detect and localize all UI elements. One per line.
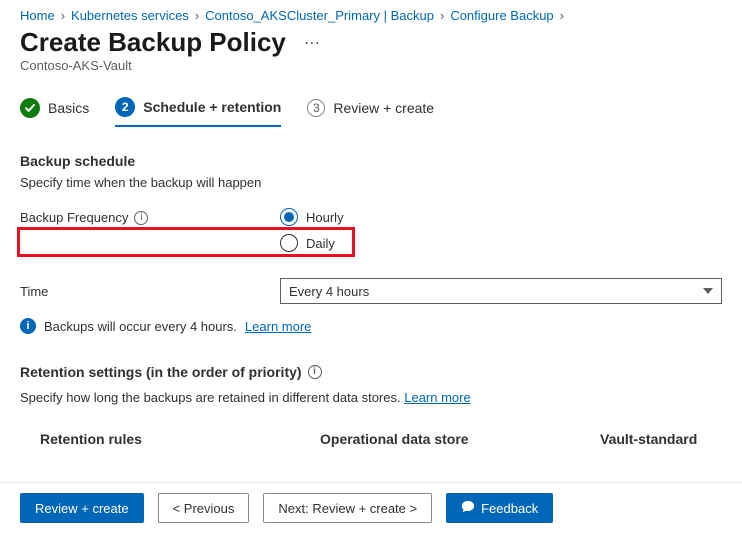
time-select-value: Every 4 hours [289, 284, 369, 299]
col-rules: Retention rules [40, 431, 320, 447]
schedule-subtext: Specify time when the backup will happen [20, 175, 722, 190]
retention-subtext: Specify how long the backups are retaine… [20, 390, 401, 405]
schedule-heading: Backup schedule [20, 153, 722, 169]
radio-label: Hourly [306, 210, 344, 225]
backup-frequency-label: Backup Frequency [20, 210, 128, 225]
chevron-right-icon: › [560, 8, 564, 23]
tab-label: Basics [48, 100, 89, 116]
feedback-button[interactable]: Feedback [446, 493, 553, 523]
breadcrumb-link[interactable]: Home [20, 8, 55, 23]
breadcrumb-link[interactable]: Kubernetes services [71, 8, 189, 23]
learn-more-link[interactable]: Learn more [245, 319, 311, 334]
button-label: < Previous [173, 501, 235, 516]
radio-icon [280, 234, 298, 252]
tab-label: Schedule + retention [143, 99, 281, 115]
breadcrumb: Home › Kubernetes services › Contoso_AKS… [0, 0, 742, 23]
tab-schedule-retention[interactable]: 2 Schedule + retention [115, 91, 281, 127]
chevron-down-icon [703, 288, 713, 294]
page-subtitle: Contoso-AKS-Vault [0, 58, 742, 91]
check-icon [20, 98, 40, 118]
wizard-footer: Review + create < Previous Next: Review … [0, 482, 742, 533]
page-title: Create Backup Policy [20, 27, 286, 58]
step-number-icon: 3 [307, 99, 325, 117]
radio-icon [280, 208, 298, 226]
info-message: Backups will occur every 4 hours. [44, 319, 237, 334]
review-create-button[interactable]: Review + create [20, 493, 144, 523]
previous-button[interactable]: < Previous [158, 493, 250, 523]
next-button[interactable]: Next: Review + create > [263, 493, 432, 523]
learn-more-link[interactable]: Learn more [404, 390, 470, 405]
info-icon[interactable]: i [134, 211, 148, 225]
backup-frequency-field: Backup Frequency i Hourly Daily [20, 208, 722, 252]
wizard-tabs: Basics 2 Schedule + retention 3 Review +… [0, 91, 742, 127]
col-vault: Vault-standard [600, 431, 722, 447]
frequency-option-daily[interactable]: Daily [280, 234, 344, 252]
breadcrumb-link[interactable]: Configure Backup [450, 8, 553, 23]
time-label: Time [20, 284, 280, 299]
tab-basics[interactable]: Basics [20, 92, 89, 126]
time-select[interactable]: Every 4 hours [280, 278, 722, 304]
retention-heading: Retention settings (in the order of prio… [20, 364, 302, 380]
radio-label: Daily [306, 236, 335, 251]
feedback-icon [461, 500, 475, 517]
info-icon[interactable]: i [308, 365, 322, 379]
step-number-icon: 2 [115, 97, 135, 117]
breadcrumb-link[interactable]: Contoso_AKSCluster_Primary | Backup [205, 8, 434, 23]
tab-label: Review + create [333, 100, 434, 116]
chevron-right-icon: › [195, 8, 199, 23]
col-operational: Operational data store [320, 431, 600, 447]
chevron-right-icon: › [61, 8, 65, 23]
frequency-option-hourly[interactable]: Hourly [280, 208, 344, 226]
chevron-right-icon: › [440, 8, 444, 23]
button-label: Review + create [35, 501, 129, 516]
info-filled-icon: i [20, 318, 36, 334]
backup-info-bar: i Backups will occur every 4 hours. Lear… [20, 318, 722, 334]
button-label: Feedback [481, 501, 538, 516]
more-actions-button[interactable]: ⋯ [300, 31, 324, 55]
button-label: Next: Review + create > [278, 501, 417, 516]
retention-columns: Retention rules Operational data store V… [20, 425, 722, 447]
time-field: Time Every 4 hours [20, 278, 722, 304]
tab-review-create[interactable]: 3 Review + create [307, 93, 434, 125]
